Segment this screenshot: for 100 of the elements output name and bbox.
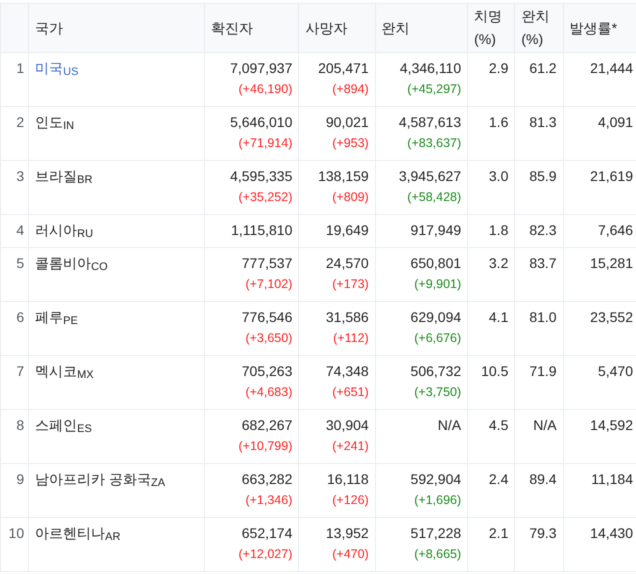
table-cell-text: 14,592 [589,416,633,435]
change-text: (+651) [331,384,369,401]
table-cell-text: 83.7 [528,254,557,273]
table-cell-text: 4,595,335 [229,167,292,186]
change-text: (+4,683) [244,384,292,401]
change-text: (+3,750) [413,384,462,401]
change-text: (+8,665) [413,546,462,563]
table-cell-text: N/A [436,416,462,435]
change-text: (+173) [331,276,369,293]
table-cell-text: 705,263 [240,362,292,381]
table-cell-text: 4,091 [596,113,633,132]
table-cell-text: 61.2 [528,59,557,78]
table-cell-text: 3,945,627 [398,167,462,186]
table-cell-text: 1.6 [488,113,508,132]
change-text: (+126) [331,492,369,509]
table-cell-text: 2.4 [488,470,508,489]
change-text: (+470) [331,546,369,563]
country-name: 아르헨티나$_{AR}$ [35,525,120,541]
table-cell-text: 917,949 [410,221,462,240]
country-name: 러시아$_{RU}$ [35,222,94,238]
table-cell-text: 4.1 [488,308,508,327]
table-cell-text: 3.2 [488,254,508,273]
table-cell-text: 4.5 [488,416,508,435]
change-text: (+1,346) [244,492,292,509]
table-cell-text: 5,470 [596,362,633,381]
table-cell-text: 517,228 [410,524,462,543]
table-cell-text: 89.4 [528,470,557,489]
country-name: 브라질$_{BR}$ [35,168,92,184]
table-cell-text: 4,587,613 [398,113,462,132]
change-text: (+46,190) [238,81,292,98]
change-text: (+6,676) [413,330,462,347]
change-text: (+58,428) [406,189,462,206]
table-cell-text: 79.3 [528,524,557,543]
table-cell-text: 90,021 [324,113,369,132]
rank-number: 9 [16,471,24,487]
table-cell-text: 85.9 [528,167,557,186]
country-name: 인도$_{IN}$ [35,114,74,130]
rank-number: 2 [16,114,24,130]
change-text: (+35,252) [238,189,292,206]
change-text: (+241) [331,438,369,455]
change-text: (+112) [332,330,369,347]
table-cell-text: 2.1 [488,524,508,543]
table-cell-text: 81.3 [528,113,557,132]
change-text: (+809) [331,189,369,206]
table-cell-text: 663,282 [240,470,292,489]
country-link[interactable]: 미국$_{US}$ [35,60,78,76]
country-name: 페루$_{PE}$ [35,309,78,325]
change-text: (+71,914) [238,135,292,152]
rank-number: 10 [8,525,24,541]
change-text: (+953) [331,135,369,152]
rank-number: 6 [16,309,24,325]
table-cell-text: 1.8 [488,221,508,240]
table-cell-text: 650,801 [410,254,462,273]
country-name: 남아프리카 공화국$_{ZA}$ [35,471,166,487]
rank-number: 7 [16,363,24,379]
table-cell-text: N/A [532,416,557,435]
change-text: (+83,637) [406,135,462,152]
change-text: (+894) [331,81,369,98]
rank-number: 8 [16,417,24,433]
table-cell-text: 81.0 [528,308,557,327]
change-text: (+9,901) [413,276,462,293]
table-cell-text: 82.3 [528,221,557,240]
table-cell-text: 21,619 [589,167,633,186]
change-text: (+7,102) [244,276,292,293]
table-cell-text: 777,537 [240,254,292,273]
table-cell-text: 74,348 [324,362,369,381]
table-cell-text: 11,184 [590,470,633,489]
table-cell-text: 652,174 [240,524,292,543]
table-cell-text: 30,904 [324,416,369,435]
table-cell-text: 138,159 [317,167,369,186]
table-cell-text: 24,570 [324,254,369,273]
table-cell-text: 682,267 [240,416,292,435]
table-cell-text: 71.9 [528,362,557,381]
change-text: (+1,696) [413,492,462,509]
table-cell-text: 15,281 [589,254,633,273]
rank-number: 4 [16,222,24,238]
table-cell-text: 13,952 [324,524,369,543]
table-cell-text: 5,646,010 [229,113,292,132]
table-cell-text: 10.5 [480,362,508,381]
country-name: 콜롬비아$_{CO}$ [35,255,108,271]
table-cell-text: 205,471 [317,59,369,78]
table-cell-text: 3.0 [488,167,508,186]
change-text: (+45,297) [406,81,462,98]
change-text: (+10,799) [238,438,292,455]
table-cell-text: 629,094 [410,308,462,327]
rank-number: 5 [16,255,24,271]
rank-number: 3 [16,168,24,184]
country-name: 스페인$_{ES}$ [35,417,92,433]
country-name: 멕시코$_{MX}$ [35,363,94,379]
table-cell-text: 7,646 [596,221,633,240]
table-cell-text: 4,346,110 [398,59,462,78]
table-cell-text: 506,732 [410,362,462,381]
table-cell-text: 19,649 [324,221,369,240]
change-text: (+3,650) [244,330,292,347]
table-cell-text: 7,097,937 [229,59,292,78]
change-text: (+12,027) [238,546,292,563]
table-cell-text: 23,552 [589,308,633,327]
rank-number: 1 [16,60,24,76]
table-cell-text: 1,115,810 [230,221,292,240]
table-cell-text: 14,430 [589,524,633,543]
